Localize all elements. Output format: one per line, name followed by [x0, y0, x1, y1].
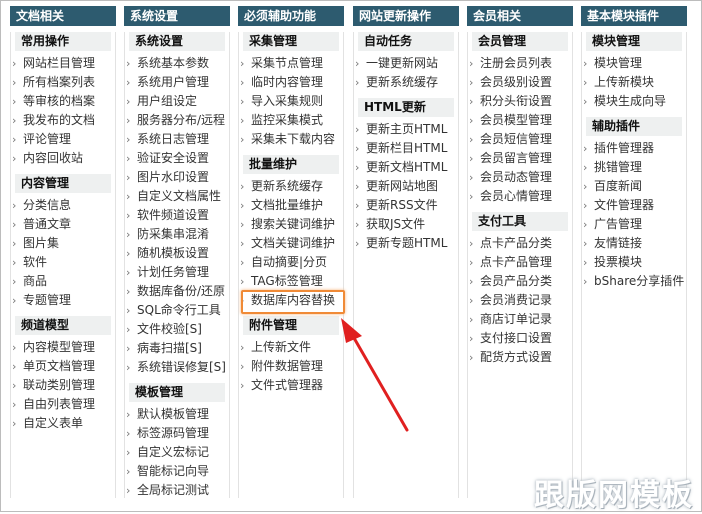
annotation-arrow: [341, 318, 409, 432]
watermark: 跟版网模板: [534, 478, 694, 513]
